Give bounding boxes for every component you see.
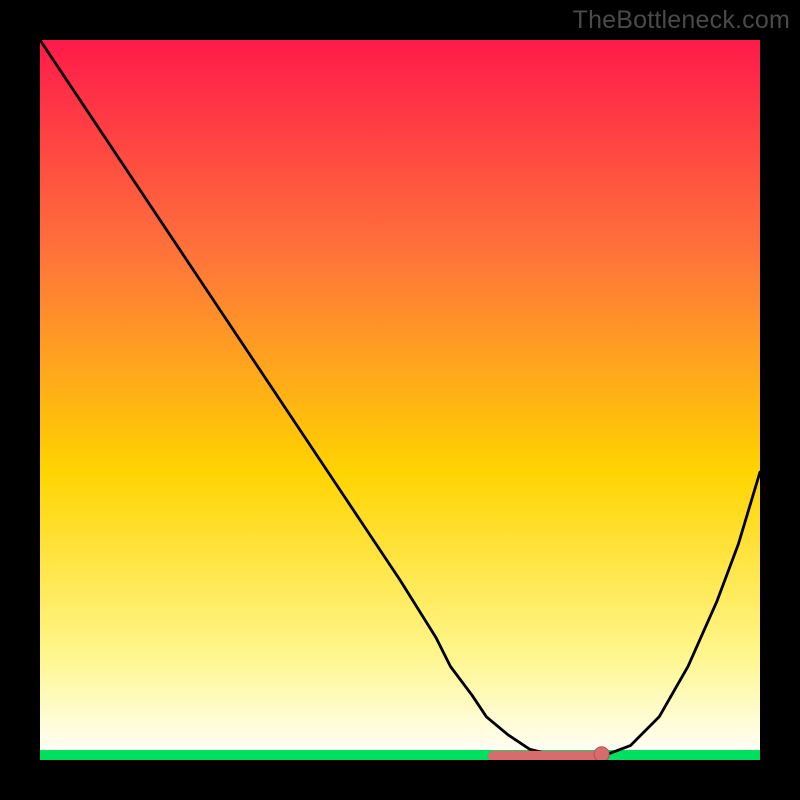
chart-frame: TheBottleneck.com xyxy=(0,0,800,800)
gradient-background xyxy=(40,40,760,760)
attribution-text: TheBottleneck.com xyxy=(573,6,790,35)
baseline-band xyxy=(40,750,760,760)
chart-svg xyxy=(40,40,760,760)
plot-area xyxy=(40,40,760,760)
optimum-marker xyxy=(594,747,609,760)
